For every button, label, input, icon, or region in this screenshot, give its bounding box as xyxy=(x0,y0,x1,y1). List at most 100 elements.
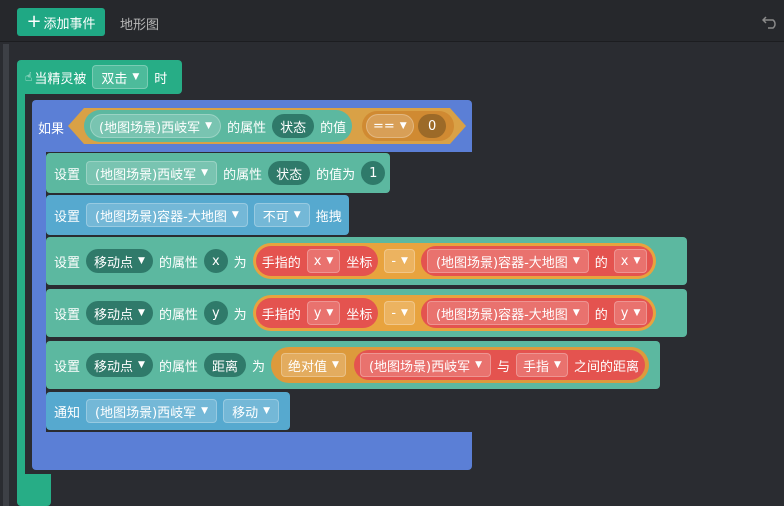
object-dropdown[interactable]: 移动点 ▼ xyxy=(86,249,153,273)
mode-value: 不可 xyxy=(262,209,289,225)
chevron-down-icon: ▼ xyxy=(399,121,407,131)
object-value: (地图场景)容器-大地图 xyxy=(95,209,227,225)
prop-text: 的属性 xyxy=(227,120,267,136)
chevron-down-icon: ▼ xyxy=(138,360,145,370)
set-keyword: 设置 xyxy=(54,167,81,183)
value-text: 的值为 xyxy=(316,167,356,183)
operator-dropdown[interactable]: - ▼ xyxy=(384,249,415,273)
operator-dropdown[interactable]: == ▼ xyxy=(366,114,414,138)
math-block[interactable]: 手指的 y ▼ 坐标 - ▼ (地图场景)容器-大地图 ▼ 的 y ▼ xyxy=(252,295,657,331)
abs-dropdown[interactable]: 绝对值 ▼ xyxy=(281,353,346,377)
object-dropdown[interactable]: (地图场景)容器-大地图 ▼ xyxy=(86,203,248,227)
ref-axis-dropdown[interactable]: y ▼ xyxy=(613,301,648,325)
chevron-down-icon: ▼ xyxy=(132,72,140,82)
value-chip[interactable]: 1 xyxy=(361,161,386,185)
event-block-foot xyxy=(17,474,51,506)
math-block[interactable]: 手指的 x ▼ 坐标 - ▼ (地图场景)容器-大地图 ▼ 的 x ▼ xyxy=(252,243,657,279)
as-text: 为 xyxy=(233,255,247,271)
prop-text: 的属性 xyxy=(158,255,198,271)
add-event-button[interactable]: + 添加事件 xyxy=(17,8,105,36)
object-value: (地图场景)西岐军 xyxy=(95,405,197,421)
set-property-block[interactable]: 设置 (地图场景)西岐军 ▼ 的属性 状态 的值为 1 xyxy=(46,153,390,193)
compare-value[interactable]: 0 xyxy=(418,114,447,138)
undo-icon[interactable] xyxy=(762,13,780,29)
from-object-dropdown[interactable]: (地图场景)西岐军 ▼ xyxy=(359,353,492,377)
prop-chip[interactable]: y xyxy=(203,301,228,325)
coord-text: 坐标 xyxy=(346,307,373,323)
object-dropdown[interactable]: 移动点 ▼ xyxy=(86,353,153,377)
object-value: 移动点 xyxy=(94,255,134,271)
tab-terrain-map[interactable]: 地形图 xyxy=(120,14,159,33)
abs-block[interactable]: 绝对值 ▼ (地图场景)西岐军 ▼ 与 手指 ▼ 之间的距离 xyxy=(271,347,649,383)
axis-dropdown[interactable]: x ▼ xyxy=(306,249,341,273)
message-value: 移动 xyxy=(232,405,259,421)
operator-dropdown[interactable]: - ▼ xyxy=(384,301,415,325)
notify-block[interactable]: 通知 (地图场景)西岐军 ▼ 移动 ▼ xyxy=(46,392,290,430)
message-dropdown[interactable]: 移动 ▼ xyxy=(223,399,280,423)
ref-object-dropdown[interactable]: (地图场景)容器-大地图 ▼ xyxy=(426,301,589,325)
chevron-down-icon: ▼ xyxy=(201,168,209,178)
plus-icon: + xyxy=(26,11,42,32)
ref-object-dropdown[interactable]: (地图场景)容器-大地图 ▼ xyxy=(426,249,589,273)
object-dropdown[interactable]: (地图场景)西岐军 ▼ xyxy=(90,114,222,138)
event-block[interactable]: ☝ 当精灵被 双击 ▼ 时 xyxy=(17,60,182,94)
object-prop-block[interactable]: (地图场景)容器-大地图 ▼ 的 x ▼ xyxy=(420,246,654,276)
object-value: 移动点 xyxy=(94,307,134,323)
chevron-down-icon: ▼ xyxy=(572,256,580,266)
chevron-down-icon: ▼ xyxy=(201,406,209,416)
chevron-down-icon: ▼ xyxy=(205,121,213,131)
value-text: 的值 xyxy=(320,120,347,136)
set-keyword: 设置 xyxy=(54,307,81,323)
chevron-down-icon: ▼ xyxy=(263,406,271,416)
finger-dropdown[interactable]: 手指 ▼ xyxy=(516,353,568,377)
object-prop-block[interactable]: (地图场景)容器-大地图 ▼ 的 y ▼ xyxy=(420,298,654,328)
property-getter[interactable]: (地图场景)西岐军 ▼ 的属性 状态 的值 xyxy=(84,110,353,142)
chevron-down-icon: ▼ xyxy=(332,360,339,370)
and-text: 与 xyxy=(497,359,511,375)
set-keyword: 设置 xyxy=(54,209,81,225)
prop-chip[interactable]: 状态 xyxy=(268,161,311,185)
compare-block[interactable]: == ▼ 0 xyxy=(362,111,454,141)
as-text: 为 xyxy=(251,359,265,375)
if-block-spine xyxy=(32,150,46,435)
set-distance-block[interactable]: 设置 移动点 ▼ 的属性 距离 为 绝对值 ▼ (地图场景)西岐军 ▼ 与 手指 ▼ 之… xyxy=(46,341,660,389)
axis-dropdown[interactable]: y ▼ xyxy=(306,301,341,325)
set-x-block[interactable]: 设置 移动点 ▼ 的属性 x 为 手指的 x ▼ 坐标 - ▼ (地图场景)容器-大地… xyxy=(46,237,687,285)
prop-text: 的属性 xyxy=(158,307,198,323)
trigger-value: 双击 xyxy=(101,71,128,87)
chevron-down-icon: ▼ xyxy=(326,256,334,266)
object-value: (地图场景)西岐军 xyxy=(99,120,201,136)
object-value: 移动点 xyxy=(94,359,134,375)
trigger-dropdown[interactable]: 双击 ▼ xyxy=(92,65,149,89)
if-keyword: 如果 xyxy=(38,122,65,137)
set-keyword: 设置 xyxy=(54,255,81,271)
event-prefix: 当精灵被 xyxy=(34,71,87,87)
object-dropdown[interactable]: (地图场景)西岐军 ▼ xyxy=(86,161,218,185)
chevron-down-icon: ▼ xyxy=(326,308,334,318)
operator-value: - xyxy=(391,253,397,269)
prop-chip[interactable]: x xyxy=(203,249,228,273)
object-dropdown[interactable]: 移动点 ▼ xyxy=(86,301,153,325)
mode-dropdown[interactable]: 不可 ▼ xyxy=(253,203,310,227)
vertical-scrollbar[interactable] xyxy=(3,44,9,506)
as-text: 为 xyxy=(233,307,247,323)
object-dropdown[interactable]: (地图场景)西岐军 ▼ xyxy=(86,399,218,423)
ref-axis-dropdown[interactable]: x ▼ xyxy=(613,249,648,273)
action-text: 拖拽 xyxy=(315,209,342,225)
set-draggable-block[interactable]: 设置 (地图场景)容器-大地图 ▼ 不可 ▼ 拖拽 xyxy=(46,195,349,235)
set-y-block[interactable]: 设置 移动点 ▼ 的属性 y 为 手指的 y ▼ 坐标 - ▼ (地图场景)容器-大地… xyxy=(46,289,687,337)
chevron-down-icon: ▼ xyxy=(401,256,408,266)
finger-coord-block[interactable]: 手指的 x ▼ 坐标 xyxy=(255,246,379,276)
axis-value: y xyxy=(313,305,322,321)
prop-chip[interactable]: 状态 xyxy=(272,114,315,138)
finger-text: 手指的 xyxy=(261,307,301,323)
chevron-down-icon: ▼ xyxy=(401,308,408,318)
event-suffix: 时 xyxy=(154,71,168,87)
finger-coord-block[interactable]: 手指的 y ▼ 坐标 xyxy=(255,298,379,328)
axis-value: x xyxy=(313,253,322,269)
prop-chip[interactable]: 距离 xyxy=(203,353,246,377)
event-block-spine xyxy=(17,92,25,482)
if-block-foot xyxy=(32,432,472,470)
operator-value: == xyxy=(373,118,395,134)
distance-block[interactable]: (地图场景)西岐军 ▼ 与 手指 ▼ 之间的距离 xyxy=(353,350,645,380)
